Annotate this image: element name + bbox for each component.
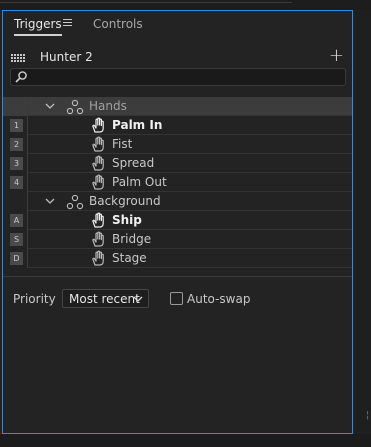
trigger-row[interactable]: 1 Palm In (3, 116, 352, 135)
group-row[interactable]: Hands (3, 97, 352, 116)
trigger-label: Spread (112, 156, 155, 170)
priority-select[interactable]: Most recent (62, 289, 149, 308)
hand-icon (92, 212, 104, 228)
top-strip (0, 0, 371, 10)
key-binding-badge[interactable]: A (10, 214, 23, 227)
group-label: Hands (89, 99, 127, 113)
trigger-row[interactable]: 4 Palm Out (3, 173, 352, 192)
chevron-down-icon (133, 296, 143, 302)
key-binding-badge[interactable]: 4 (10, 176, 23, 189)
bottom-strip (0, 434, 371, 447)
trigger-row[interactable]: 2 Fist (3, 135, 352, 154)
autoswap-label[interactable]: Auto-swap (187, 292, 250, 306)
triggers-panel: Triggers Controls Hunter 2 + Hands 1 Palm … (2, 10, 353, 434)
tab-controls[interactable]: Controls (93, 17, 143, 31)
group-label: Background (89, 194, 161, 208)
trigger-label: Fist (112, 137, 133, 151)
chevron-down-icon[interactable] (44, 195, 56, 207)
key-cell (3, 97, 28, 116)
panel-tab-bar: Triggers Controls (3, 11, 352, 38)
group-nodes-icon (66, 194, 84, 210)
key-cell: 3 (3, 154, 28, 173)
grid-icon[interactable] (11, 54, 25, 62)
search-box[interactable] (10, 68, 346, 86)
right-gutter: ¦ (354, 10, 371, 447)
panel-footer: Priority Most recent Auto-swap (3, 288, 352, 312)
key-cell: 2 (3, 135, 28, 154)
key-cell: S (3, 230, 28, 249)
key-binding-badge[interactable]: 3 (10, 157, 23, 170)
key-cell (3, 192, 28, 211)
hand-icon (92, 174, 104, 190)
group-row[interactable]: Background (3, 192, 352, 211)
trigger-list: Hands 1 Palm In 2 Fist 3 Spread 4 Palm Out Backgr… (3, 97, 352, 277)
key-binding-badge[interactable]: 2 (10, 138, 23, 151)
tab-triggers[interactable]: Triggers (14, 17, 62, 36)
trigger-row[interactable]: D Stage (3, 249, 352, 268)
rig-name[interactable]: Hunter 2 (40, 50, 93, 64)
hand-icon (92, 250, 104, 266)
trigger-label: Palm Out (112, 175, 167, 189)
gutter-marker: ¦ (366, 410, 370, 421)
rig-header: Hunter 2 + (3, 45, 352, 68)
key-binding-badge[interactable]: D (10, 252, 23, 265)
trigger-label: Ship (112, 213, 142, 227)
search-input[interactable] (29, 69, 339, 85)
trigger-label: Bridge (112, 232, 152, 246)
key-cell: A (3, 211, 28, 230)
trigger-row[interactable]: A Ship (3, 211, 352, 230)
autoswap-checkbox[interactable] (170, 292, 183, 305)
chevron-down-icon[interactable] (44, 100, 56, 112)
search-icon (15, 71, 27, 83)
trigger-label: Stage (112, 251, 147, 265)
key-binding-badge[interactable]: S (10, 233, 23, 246)
group-nodes-icon (66, 99, 84, 115)
hamburger-icon[interactable] (63, 17, 73, 29)
hand-icon (92, 136, 104, 152)
trigger-row[interactable]: 3 Spread (3, 154, 352, 173)
trigger-row[interactable]: S Bridge (3, 230, 352, 249)
trigger-label: Palm In (112, 118, 163, 132)
priority-label: Priority (13, 292, 56, 306)
key-cell: 4 (3, 173, 28, 192)
key-cell: 1 (3, 116, 28, 135)
row-divider (28, 267, 352, 268)
hand-icon (92, 155, 104, 171)
priority-value: Most recent (69, 292, 140, 306)
hand-icon (92, 231, 104, 247)
key-binding-badge[interactable]: 1 (10, 119, 23, 132)
add-trigger-button[interactable]: + (329, 45, 344, 66)
hand-icon (92, 117, 104, 133)
key-cell: D (3, 249, 28, 268)
